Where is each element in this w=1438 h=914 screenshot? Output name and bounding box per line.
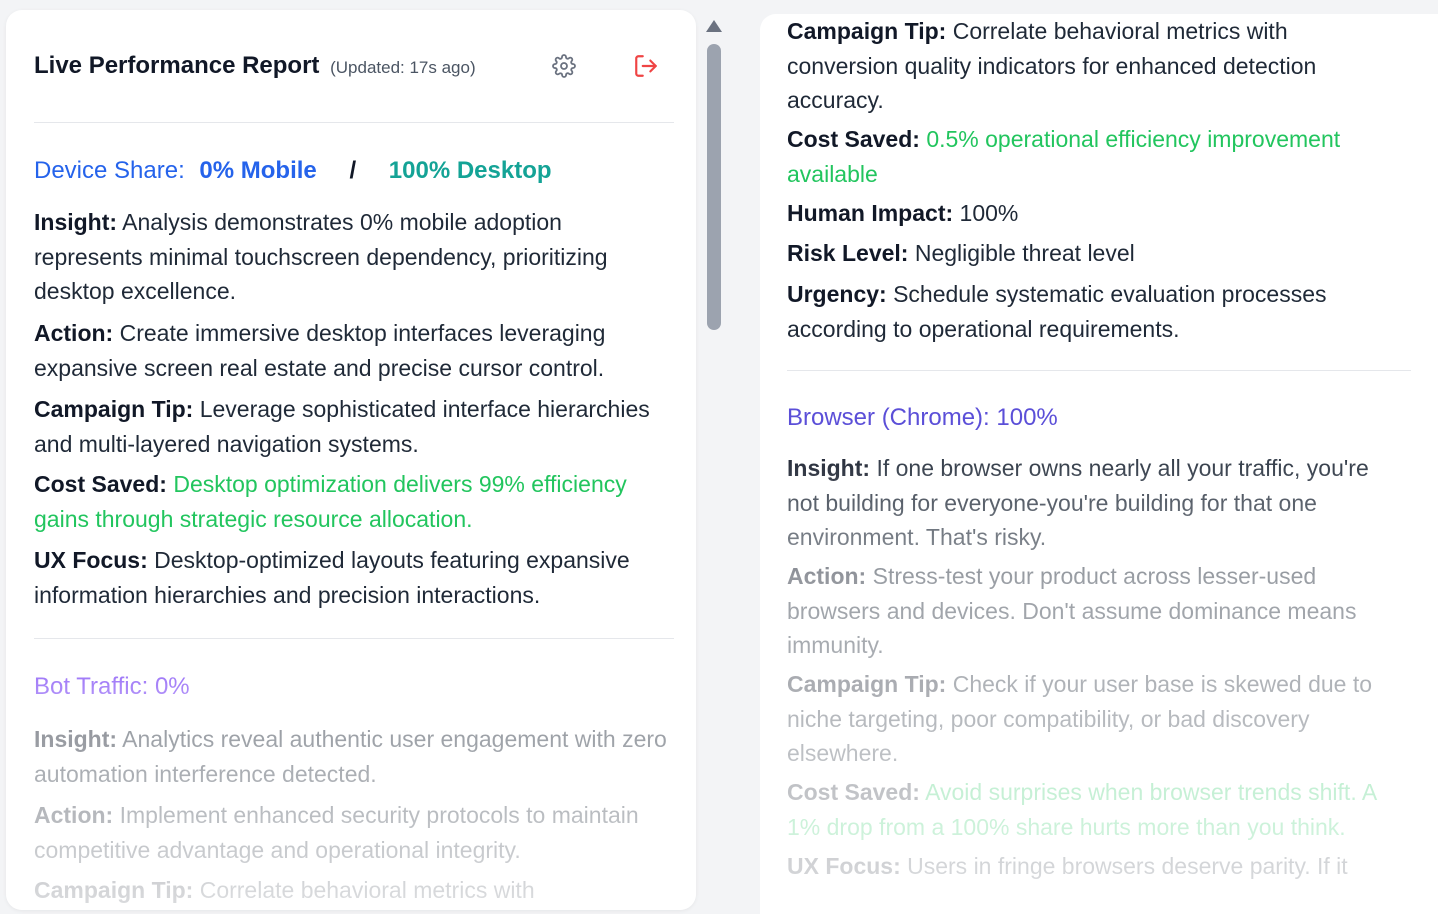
urgency-label: Urgency: <box>787 281 887 307</box>
logout-icon <box>635 55 657 77</box>
cost-saved-label: Cost Saved: <box>787 126 920 152</box>
bot-campaign-tip-cont: Campaign Tip: Correlate behavioral metri… <box>787 14 1397 118</box>
bot-action: Action: Implement enhanced security prot… <box>34 798 674 867</box>
device-ux-focus: UX Focus: Desktop-optimized layouts feat… <box>34 543 674 612</box>
report-panel-left: Live Performance Report (Updated: 17s ag… <box>6 10 696 910</box>
bot-cost-saved: Cost Saved: 0.5% operational efficiency … <box>787 122 1397 191</box>
campaign-tip-label: Campaign Tip: <box>787 671 947 697</box>
bot-human-impact: Human Impact: 100% <box>787 196 1397 231</box>
desktop-share-value: 100% Desktop <box>388 157 552 184</box>
device-cost-saved: Cost Saved: Desktop optimization deliver… <box>34 467 674 536</box>
insight-label: Insight: <box>787 455 871 481</box>
settings-button[interactable] <box>550 52 578 80</box>
campaign-tip-text: Correlate behavioral metrics with <box>199 877 535 903</box>
action-text: Create immersive desktop interfaces leve… <box>34 320 606 381</box>
bot-risk-level: Risk Level: Negligible threat level <box>787 236 1397 271</box>
insight-label: Insight: <box>34 726 118 752</box>
ux-focus-text: Users in fringe browsers deserve parity.… <box>907 853 1348 879</box>
action-text: Implement enhanced security protocols to… <box>34 802 639 863</box>
page-title: Live Performance Report (Updated: 17s ag… <box>34 52 476 80</box>
bot-urgency: Urgency: Schedule systematic evaluation … <box>787 277 1397 346</box>
ux-focus-label: UX Focus: <box>787 853 901 879</box>
human-impact-value: 100% <box>959 200 1019 226</box>
action-label: Action: <box>34 802 114 828</box>
insight-text: Analytics reveal authentic user engageme… <box>34 726 667 787</box>
bot-campaign-tip: Campaign Tip: Correlate behavioral metri… <box>34 873 674 908</box>
action-label: Action: <box>34 320 114 346</box>
campaign-tip-label: Campaign Tip: <box>34 877 194 903</box>
gear-icon <box>552 54 576 78</box>
insight-label: Insight: <box>34 209 118 235</box>
device-share-label: Device Share: <box>34 157 185 184</box>
campaign-tip-label: Campaign Tip: <box>34 396 194 422</box>
section-divider <box>787 370 1411 371</box>
device-action: Action: Create immersive desktop interfa… <box>34 316 674 385</box>
ux-focus-label: UX Focus: <box>34 547 148 573</box>
device-insight: Insight: Analysis demonstrates 0% mobile… <box>34 205 674 309</box>
risk-level-label: Risk Level: <box>787 240 909 266</box>
header-divider <box>34 122 674 123</box>
report-header: Live Performance Report (Updated: 17s ag… <box>34 48 674 88</box>
browser-ux-focus: UX Focus: Users in fringe browsers deser… <box>787 849 1397 884</box>
mobile-share-value: 0% Mobile <box>199 157 317 184</box>
cost-saved-label: Cost Saved: <box>787 779 920 805</box>
insight-text: If one browser owns nearly all your traf… <box>787 455 1369 550</box>
browser-campaign-tip: Campaign Tip: Check if your user base is… <box>787 667 1397 771</box>
section-divider <box>34 638 674 639</box>
browser-action: Action: Stress-test your product across … <box>787 559 1397 663</box>
report-title: Live Performance Report <box>34 52 320 79</box>
scroll-up-arrow[interactable] <box>706 20 722 32</box>
browser-share-value: Browser (Chrome): 100% <box>787 404 1058 431</box>
action-text: Stress-test your product across lesser-u… <box>787 563 1357 658</box>
bot-traffic-title: Bot Traffic: 0% <box>34 673 190 700</box>
device-campaign-tip: Campaign Tip: Leverage sophisticated int… <box>34 392 674 461</box>
campaign-tip-label: Campaign Tip: <box>787 18 947 44</box>
device-share-title: Device Share: 0% Mobile / 100% Desktop <box>34 157 552 185</box>
insight-text: Analysis demonstrates 0% mobile adoption… <box>34 209 608 304</box>
browser-title: Browser (Chrome): 100% <box>787 404 1058 432</box>
logout-button[interactable] <box>632 52 660 80</box>
share-separator: / <box>349 157 357 184</box>
human-impact-label: Human Impact: <box>787 200 954 226</box>
action-label: Action: <box>787 563 867 589</box>
scrollbar-thumb[interactable] <box>707 44 721 330</box>
browser-cost-saved: Cost Saved: Avoid surprises when browser… <box>787 775 1407 844</box>
report-panel-right: Campaign Tip: Correlate behavioral metri… <box>760 14 1438 914</box>
cost-saved-label: Cost Saved: <box>34 471 167 497</box>
bot-insight: Insight: Analytics reveal authentic user… <box>34 722 674 791</box>
risk-level-value: Negligible threat level <box>914 240 1135 266</box>
updated-timestamp: (Updated: 17s ago) <box>330 58 476 77</box>
browser-insight: Insight: If one browser owns nearly all … <box>787 451 1397 555</box>
